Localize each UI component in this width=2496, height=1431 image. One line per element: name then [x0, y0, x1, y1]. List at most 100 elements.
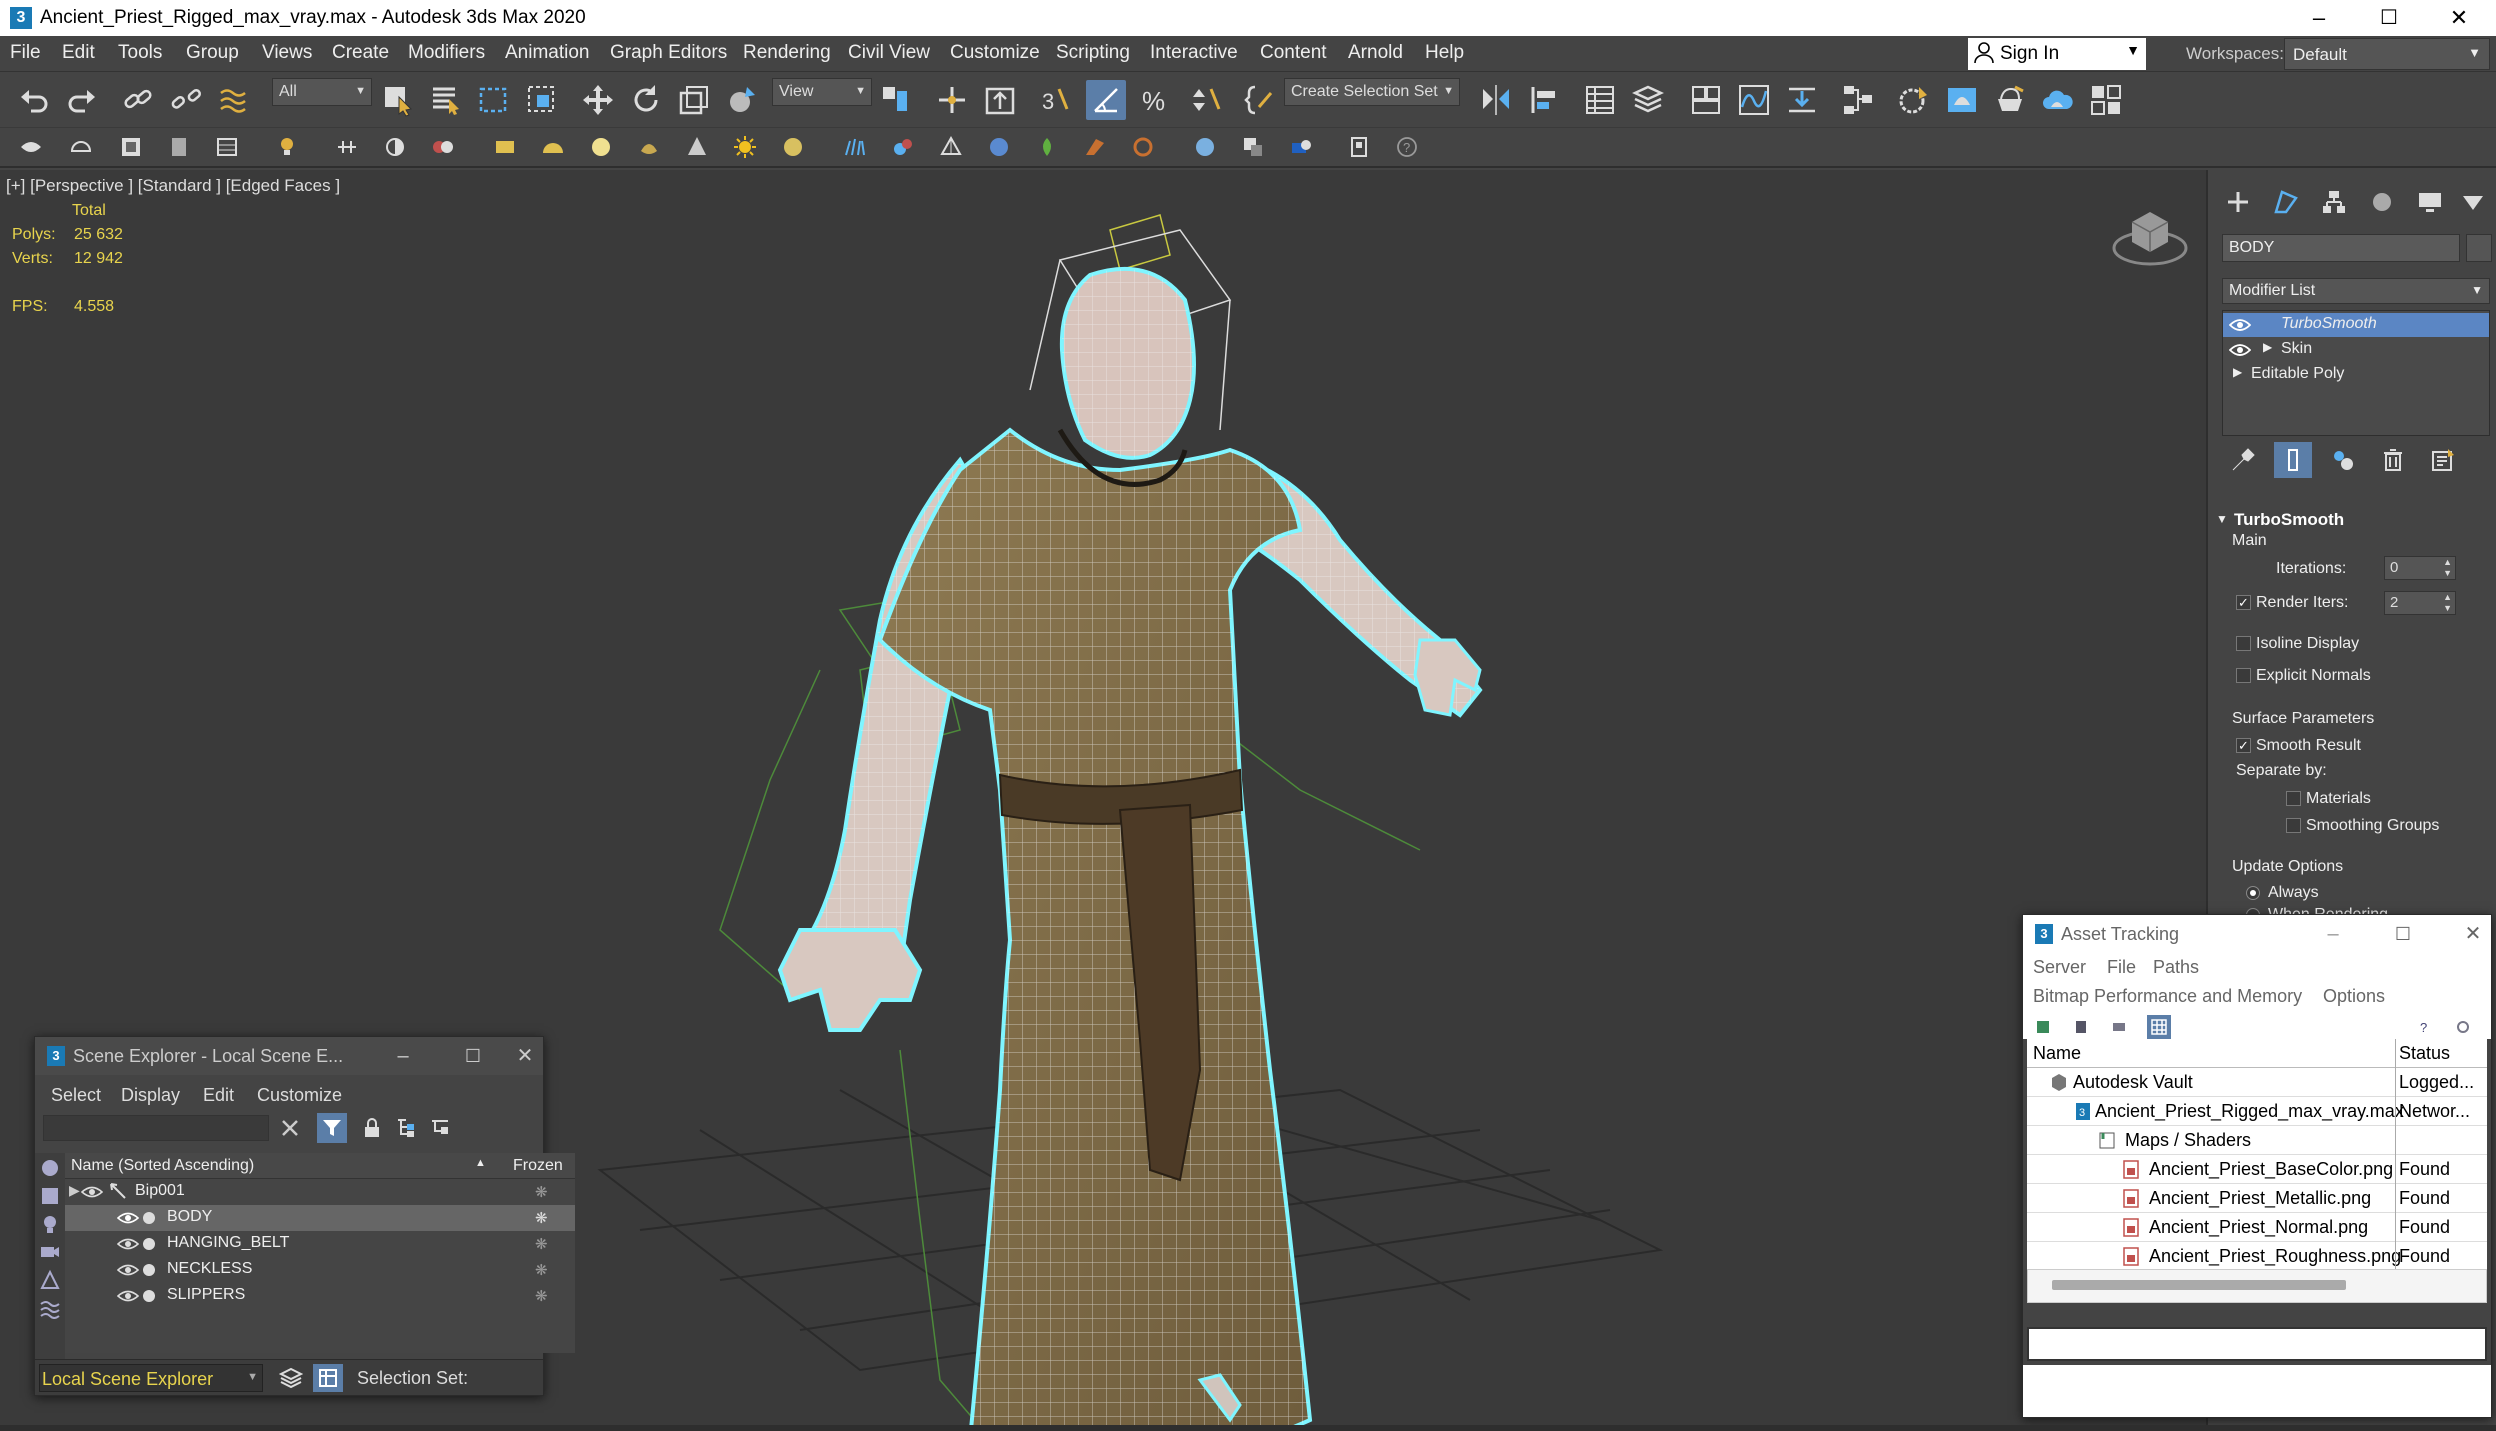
eye-icon[interactable]: [117, 1262, 139, 1278]
at-name-header[interactable]: Name: [2033, 1043, 2081, 1064]
vray-sphere-light-icon[interactable]: [586, 132, 616, 162]
named-selection-set-dropdown[interactable]: Create Selection Set ▼: [1284, 78, 1460, 106]
rollout-collapse-icon[interactable]: ▼: [2216, 512, 2228, 526]
eye-icon[interactable]: [117, 1210, 139, 1226]
filter-icon[interactable]: [317, 1113, 347, 1143]
at-row-scene-file[interactable]: 3 Ancient_Priest_Rigged_max_vray.max Net…: [2027, 1097, 2487, 1126]
modifier-list-dropdown[interactable]: Modifier List ▼: [2222, 278, 2490, 304]
reference-coordinate-dropdown[interactable]: View ▼: [772, 78, 872, 106]
unlink-icon[interactable]: [166, 80, 206, 120]
se-menu-display[interactable]: Display: [121, 1085, 180, 1106]
asset-tracking-titlebar[interactable]: 3 Asset Tracking – ☐ ✕: [2023, 915, 2491, 953]
explorer-name-dropdown[interactable]: Local Scene Explorer ▼: [39, 1364, 263, 1392]
isoline-display-checkbox[interactable]: [2236, 636, 2251, 651]
iterations-spinner[interactable]: 0 ▲ ▼: [2384, 556, 2456, 580]
pivot-point-icon[interactable]: [876, 80, 916, 120]
vray-color-picker-icon[interactable]: [1286, 132, 1316, 162]
explicit-normals-checkbox[interactable]: [2236, 668, 2251, 683]
snaps-toggle-icon[interactable]: 3: [1036, 80, 1076, 120]
toggle-scene-explorer-icon[interactable]: [1580, 80, 1620, 120]
at-menu-bitmap-performance[interactable]: Bitmap Performance and Memory: [2033, 986, 2302, 1007]
undo-icon[interactable]: [14, 80, 54, 120]
menu-help[interactable]: Help: [1425, 42, 1464, 64]
frozen-snowflake-icon[interactable]: ❋: [535, 1261, 548, 1279]
make-unique-icon[interactable]: [2324, 442, 2362, 478]
bind-space-warp-icon[interactable]: [214, 80, 254, 120]
name-column-header[interactable]: Name (Sorted Ascending): [71, 1157, 254, 1175]
materials-checkbox[interactable]: [2286, 791, 2301, 806]
menu-modifiers[interactable]: Modifiers: [408, 42, 485, 64]
expand-arrow-icon[interactable]: ▶: [2263, 340, 2272, 354]
frozen-snowflake-icon[interactable]: ❋: [535, 1183, 548, 1201]
workspaces-dropdown[interactable]: Default ▼: [2284, 38, 2490, 70]
vray-scene-converter-icon[interactable]: [212, 132, 242, 162]
se-menu-customize[interactable]: Customize: [257, 1085, 342, 1106]
at-row-basecolor[interactable]: Ancient_Priest_BaseColor.png Found: [2027, 1155, 2487, 1184]
redo-icon[interactable]: [62, 80, 102, 120]
help-icon[interactable]: ?: [1392, 132, 1422, 162]
scale-icon[interactable]: [674, 80, 714, 120]
remove-modifier-icon[interactable]: [2374, 442, 2412, 478]
frozen-snowflake-icon[interactable]: ❋: [535, 1235, 548, 1253]
menu-animation[interactable]: Animation: [505, 42, 590, 64]
menu-content[interactable]: Content: [1260, 42, 1327, 64]
eye-icon[interactable]: [2229, 341, 2251, 359]
menu-civil-view[interactable]: Civil View: [848, 42, 930, 64]
at-status-header[interactable]: Status: [2399, 1043, 2450, 1064]
shapes-filter-icon[interactable]: [39, 1185, 61, 1207]
hierarchy-expand-icon[interactable]: [391, 1113, 421, 1143]
toggle-layer-explorer-icon[interactable]: [1628, 80, 1668, 120]
se-menu-edit[interactable]: Edit: [203, 1085, 234, 1106]
vray-frame-buffer-icon[interactable]: [16, 132, 46, 162]
at-menu-file[interactable]: File: [2107, 957, 2136, 978]
render-setup-icon[interactable]: [1894, 80, 1934, 120]
motion-tab-icon[interactable]: [2362, 184, 2402, 220]
frozen-snowflake-icon[interactable]: ❋: [535, 1287, 548, 1305]
geometry-filter-icon[interactable]: [39, 1157, 61, 1179]
vray-dome-light-icon[interactable]: [538, 132, 568, 162]
se-menu-select[interactable]: Select: [51, 1085, 101, 1106]
close-button[interactable]: ✕: [2455, 919, 2491, 949]
at-row-roughness[interactable]: Ancient_Priest_Roughness.png Found: [2027, 1242, 2487, 1271]
object-color-swatch[interactable]: [2466, 234, 2492, 262]
always-radio[interactable]: [2246, 886, 2260, 900]
selection-filter-dropdown[interactable]: All ▼: [272, 78, 372, 106]
vray-material-editor-icon[interactable]: [1190, 132, 1220, 162]
vray-volume-icon[interactable]: [1128, 132, 1158, 162]
create-tab-icon[interactable]: [2218, 184, 2258, 220]
menu-file[interactable]: File: [10, 42, 41, 64]
menu-interactive[interactable]: Interactive: [1150, 42, 1238, 64]
vray-vfb-icon[interactable]: [428, 132, 458, 162]
vray-ambient-light-icon[interactable]: [778, 132, 808, 162]
lock-icon[interactable]: [357, 1113, 387, 1143]
cameras-filter-icon[interactable]: [39, 1241, 61, 1263]
scene-explorer-toggle-icon[interactable]: [313, 1364, 343, 1392]
render-in-cloud-icon[interactable]: [2038, 80, 2078, 120]
at-row-normal[interactable]: Ancient_Priest_Normal.png Found: [2027, 1213, 2487, 1242]
frozen-snowflake-icon[interactable]: ❋: [535, 1209, 548, 1227]
select-by-name-icon[interactable]: [426, 80, 466, 120]
vray-mesh-export-icon[interactable]: [380, 132, 410, 162]
maximize-button[interactable]: ☐: [2385, 919, 2421, 949]
vray-plane-light-icon[interactable]: [490, 132, 520, 162]
minimize-button[interactable]: –: [2315, 919, 2351, 949]
dope-sheet-icon[interactable]: [1782, 80, 1822, 120]
expand-arrow-icon[interactable]: ▶: [2233, 365, 2242, 379]
hierarchy-collapse-icon[interactable]: [425, 1113, 455, 1143]
object-name-field[interactable]: BODY: [2222, 234, 2460, 262]
menu-views[interactable]: Views: [262, 42, 312, 64]
at-row-maps-shaders[interactable]: Maps / Shaders: [2027, 1126, 2487, 1155]
select-manipulate-icon[interactable]: [932, 80, 972, 120]
eye-icon[interactable]: [2229, 316, 2251, 334]
at-scrollbar-thumb[interactable]: [2052, 1280, 2346, 1290]
menu-group[interactable]: Group: [186, 42, 239, 64]
render-iters-checkbox[interactable]: ✓: [2236, 595, 2251, 610]
layer-explorer-icon[interactable]: [279, 1367, 303, 1389]
spinner-snap-icon[interactable]: [1186, 80, 1226, 120]
menu-customize[interactable]: Customize: [950, 42, 1040, 64]
render-iters-spinner[interactable]: 2 ▲ ▼: [2384, 591, 2456, 615]
vray-material-icon[interactable]: [332, 132, 362, 162]
stack-item-skin[interactable]: ▶ Skin: [2223, 338, 2489, 362]
maximize-button[interactable]: ☐: [2354, 0, 2424, 36]
eye-icon[interactable]: [81, 1184, 103, 1200]
